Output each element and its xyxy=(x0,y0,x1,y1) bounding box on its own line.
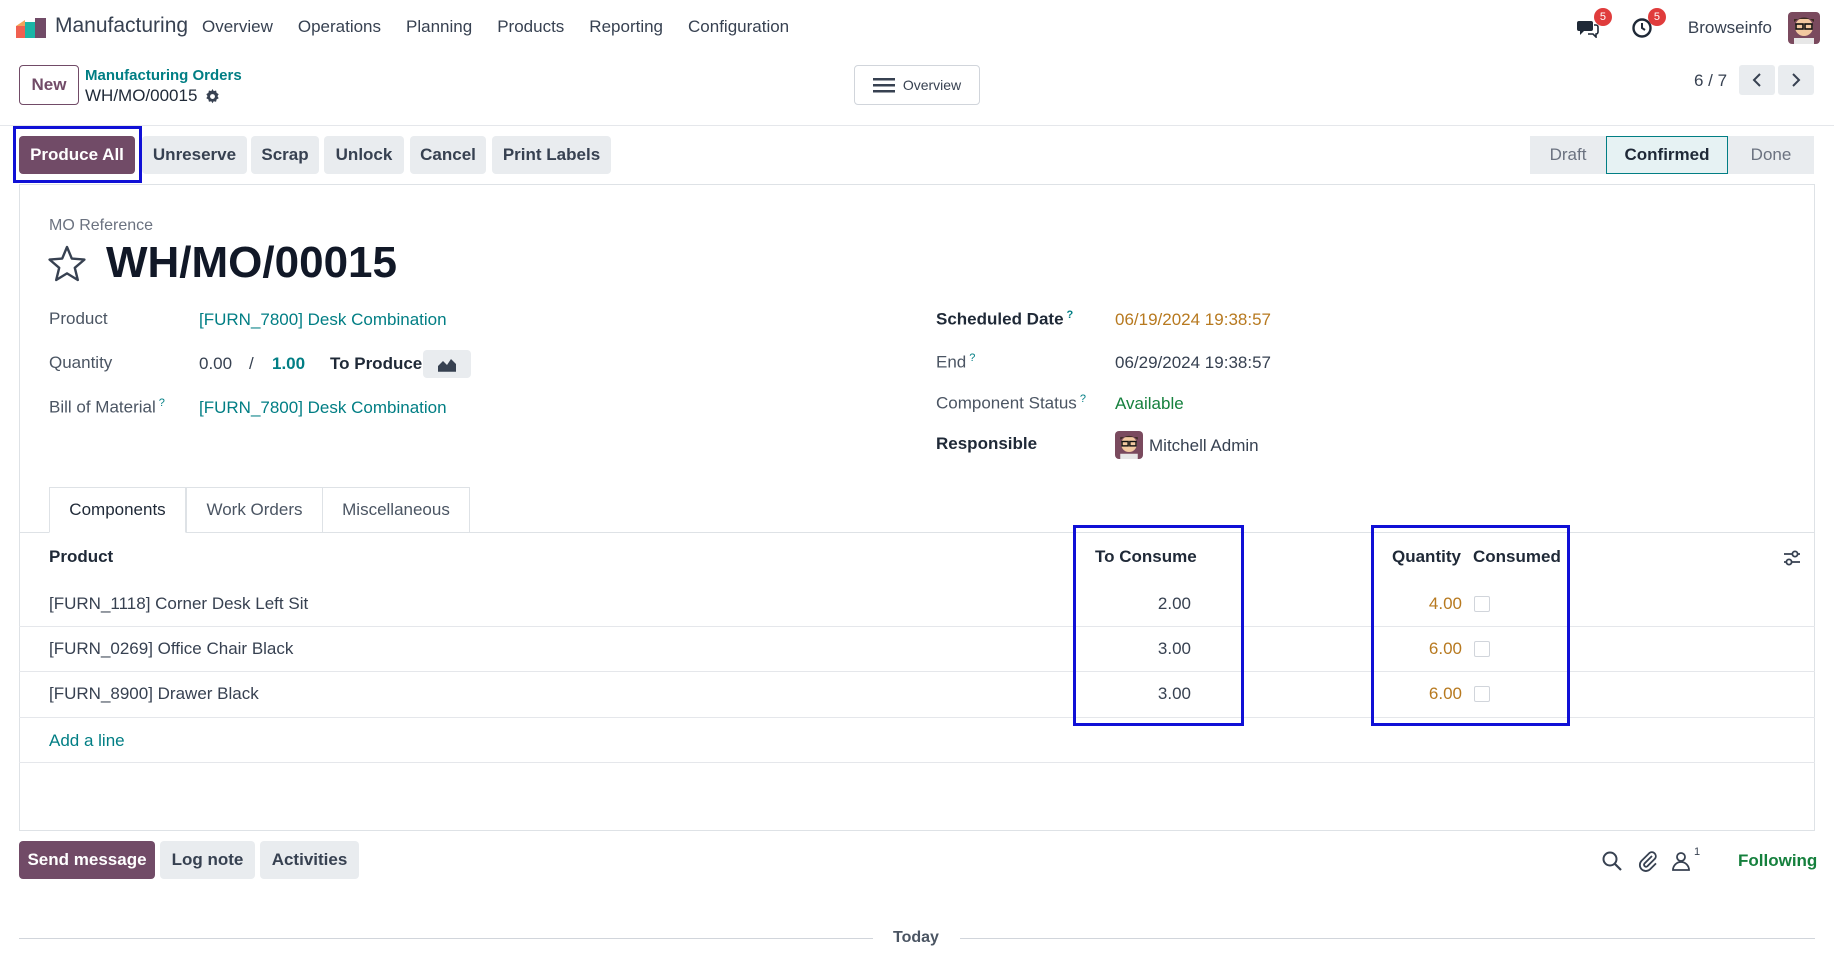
send-message-button[interactable]: Send message xyxy=(19,841,155,879)
new-button[interactable]: New xyxy=(19,65,79,105)
add-a-line-link[interactable]: Add a line xyxy=(49,731,125,751)
tab-miscellaneous[interactable]: Miscellaneous xyxy=(322,487,470,533)
bom-label-text: Bill of Material xyxy=(49,397,156,417)
component-status-label-text: Component Status xyxy=(936,393,1077,413)
row-product[interactable]: [FURN_1118] Corner Desk Left Sit xyxy=(49,594,308,614)
menu-operations[interactable]: Operations xyxy=(298,17,381,37)
menu-reporting[interactable]: Reporting xyxy=(589,17,663,37)
quantity-produced: 0.00 xyxy=(199,354,233,373)
overview-label: Overview xyxy=(902,77,962,93)
menu-overview[interactable]: Overview xyxy=(202,17,273,37)
today-divider-right xyxy=(960,938,1815,939)
end-date-value[interactable]: 06/29/2024 19:38:57 xyxy=(1115,353,1271,373)
row-divider xyxy=(19,762,1815,763)
menu-planning[interactable]: Planning xyxy=(406,17,472,37)
quantity-label: Quantity xyxy=(49,353,113,372)
column-header-product[interactable]: Product xyxy=(49,547,113,567)
user-name[interactable]: Browseinfo xyxy=(1688,18,1772,38)
product-label: Product xyxy=(49,309,108,328)
scrap-button[interactable]: Scrap xyxy=(251,136,319,174)
overview-button[interactable]: Overview xyxy=(854,65,980,105)
bom-help-icon[interactable]: ? xyxy=(159,397,165,409)
menu-products[interactable]: Products xyxy=(497,17,564,37)
top-navbar: Manufacturing Overview Operations Planni… xyxy=(0,0,1834,56)
stage-draft[interactable]: Draft xyxy=(1530,136,1606,174)
mo-reference-title: WH/MO/00015 xyxy=(106,238,397,287)
activities-clock-icon[interactable]: 5 xyxy=(1628,8,1666,42)
mo-reference-label: MO Reference xyxy=(49,217,154,234)
quantity-input[interactable]: 1.00 xyxy=(272,354,305,374)
log-note-button[interactable]: Log note xyxy=(160,841,255,879)
chevron-right-icon xyxy=(1792,73,1801,87)
area-chart-icon xyxy=(438,359,456,372)
print-labels-button[interactable]: Print Labels xyxy=(492,136,611,174)
breadcrumb-current: WH/MO/00015 xyxy=(85,86,220,106)
component-status-value: Available xyxy=(1115,394,1184,413)
following-button[interactable]: Following xyxy=(1738,851,1817,871)
activities-badge: 5 xyxy=(1647,8,1666,26)
paperclip-icon[interactable] xyxy=(1637,850,1659,872)
pager-value[interactable]: 6 / 7 xyxy=(1694,71,1727,91)
menu-configuration[interactable]: Configuration xyxy=(688,17,789,37)
messages-badge: 5 xyxy=(1593,8,1612,26)
main-menu: Overview Operations Planning Products Re… xyxy=(202,17,814,37)
responsible-avatar xyxy=(1115,431,1143,459)
highlight-to-consume-column xyxy=(1073,525,1244,726)
component-status-label: Component Status? xyxy=(936,393,1086,414)
scheduled-date-label-text: Scheduled Date xyxy=(936,309,1064,329)
end-label: End? xyxy=(936,352,975,373)
status-bar: Draft Confirmed Done xyxy=(1530,136,1814,174)
responsible-value[interactable]: Mitchell Admin xyxy=(1149,436,1259,456)
today-divider-left xyxy=(19,938,873,939)
highlight-produce-all xyxy=(13,126,142,183)
bom-label: Bill of Material? xyxy=(49,397,165,418)
product-value[interactable]: [FURN_7800] Desk Combination xyxy=(199,310,447,330)
app-name[interactable]: Manufacturing xyxy=(55,14,188,38)
gear-icon[interactable] xyxy=(205,88,220,104)
pager-next-button[interactable] xyxy=(1778,65,1814,95)
row-product[interactable]: [FURN_8900] Drawer Black xyxy=(49,684,259,704)
stage-confirmed[interactable]: Confirmed xyxy=(1606,136,1728,174)
cancel-button[interactable]: Cancel xyxy=(410,136,486,174)
search-icon[interactable] xyxy=(1601,850,1623,872)
highlight-quantity-consumed-column xyxy=(1371,525,1570,726)
messages-icon[interactable]: 5 xyxy=(1574,8,1612,42)
followers-user-icon[interactable] xyxy=(1670,850,1692,872)
user-avatar[interactable] xyxy=(1788,12,1820,44)
optional-columns-icon[interactable] xyxy=(1782,548,1802,568)
manufacturing-app-icon[interactable] xyxy=(16,16,46,38)
breadcrumb-manufacturing-orders[interactable]: Manufacturing Orders xyxy=(85,67,242,84)
responsible-label: Responsible xyxy=(936,434,1038,453)
to-produce-label: To Produce xyxy=(330,354,423,373)
chevron-left-icon xyxy=(1752,73,1761,87)
row-product[interactable]: [FURN_0269] Office Chair Black xyxy=(49,639,293,659)
hamburger-icon xyxy=(872,78,895,93)
end-label-text: End xyxy=(936,352,967,372)
forecast-chart-button[interactable] xyxy=(423,350,471,378)
pager-previous-button[interactable] xyxy=(1739,65,1775,95)
component-status-help-icon[interactable]: ? xyxy=(1080,393,1086,405)
scheduled-date-label: Scheduled Date? xyxy=(936,309,1073,330)
followers-count: 1 xyxy=(1694,846,1701,858)
unlock-button[interactable]: Unlock xyxy=(324,136,404,174)
tab-work-orders[interactable]: Work Orders xyxy=(186,487,323,533)
bom-value[interactable]: [FURN_7800] Desk Combination xyxy=(199,398,447,418)
scheduled-date-help-icon[interactable]: ? xyxy=(1067,309,1074,321)
activities-button[interactable]: Activities xyxy=(260,841,359,879)
systray: 5 5 Browseinfo xyxy=(1574,8,1820,46)
control-panel-divider xyxy=(0,125,1834,126)
tab-components[interactable]: Components xyxy=(49,487,186,533)
today-separator-label: Today xyxy=(893,929,939,946)
stage-done[interactable]: Done xyxy=(1728,136,1814,174)
breadcrumb-current-label: WH/MO/00015 xyxy=(85,86,198,105)
unreserve-button[interactable]: Unreserve xyxy=(142,136,247,174)
scheduled-date-value[interactable]: 06/19/2024 19:38:57 xyxy=(1115,310,1271,330)
quantity-separator: / xyxy=(249,354,254,373)
end-help-icon[interactable]: ? xyxy=(969,352,975,364)
star-icon[interactable] xyxy=(47,244,87,284)
